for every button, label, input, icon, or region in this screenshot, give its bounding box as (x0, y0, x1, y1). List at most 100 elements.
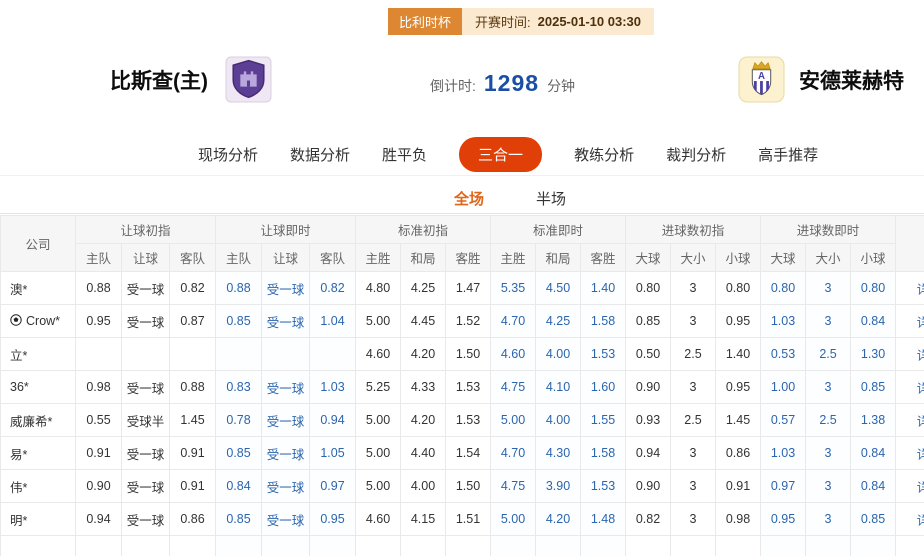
initial-odds-cell (626, 536, 671, 556)
svg-text:A: A (758, 71, 765, 82)
initial-odds-cell: 0.88 (170, 371, 216, 404)
live-odds-cell: 4.00 (536, 338, 581, 371)
live-odds-cell: 0.97 (310, 470, 356, 503)
initial-odds-cell: 0.95 (716, 305, 761, 338)
live-odds-cell: 1.40 (581, 272, 626, 305)
company-header: 公司 (1, 216, 76, 272)
odds-row: 易*0.91受一球0.910.85受一球1.055.004.401.544.70… (1, 437, 924, 470)
detail-link[interactable]: 详 (896, 470, 924, 503)
live-odds-cell: 0.97 (761, 470, 806, 503)
tab-data-analysis[interactable]: 数据分析 (290, 144, 350, 165)
live-odds-cell (262, 338, 310, 371)
home-crest-icon (225, 56, 272, 103)
initial-odds-cell: 4.80 (356, 272, 401, 305)
detail-link[interactable]: 详 (896, 437, 924, 470)
live-odds-cell: 5.00 (491, 503, 536, 536)
home-team-badge (225, 56, 272, 103)
col-header: 让球 (262, 244, 310, 272)
initial-odds-cell: 5.00 (356, 305, 401, 338)
tab-win-draw-lose[interactable]: 胜平负 (382, 144, 427, 165)
detail-link[interactable]: 详 (896, 404, 924, 437)
detail-link[interactable]: 详 (896, 371, 924, 404)
live-odds-cell: 受一球 (262, 437, 310, 470)
live-odds-cell: 1.05 (310, 437, 356, 470)
tab-referee-analysis[interactable]: 裁判分析 (666, 144, 726, 165)
tab-coach-analysis[interactable]: 教练分析 (574, 144, 634, 165)
live-odds-cell: 受一球 (262, 404, 310, 437)
group-handicap-live: 让球即时 (216, 216, 356, 244)
initial-odds-cell: 4.15 (401, 503, 446, 536)
initial-odds-cell: 5.25 (356, 371, 401, 404)
league-badge: 比利时杯 (388, 8, 462, 35)
live-odds-cell: 4.30 (536, 437, 581, 470)
initial-odds-cell: 0.90 (626, 371, 671, 404)
initial-odds-cell: 0.91 (716, 470, 761, 503)
match-odds-page: 比利时杯 开赛时间: 2025-01-10 03:30 比斯查(主) 倒计时: … (0, 0, 924, 556)
group-standard-live: 标准即时 (491, 216, 626, 244)
initial-odds-cell: 0.91 (76, 437, 122, 470)
initial-odds-cell: 3 (671, 272, 716, 305)
company-cell: 伟* (1, 470, 76, 503)
initial-odds-cell: 4.00 (401, 470, 446, 503)
tab-expert-picks[interactable]: 高手推荐 (758, 144, 818, 165)
live-odds-cell: 2.5 (806, 338, 851, 371)
detail-link[interactable]: 详 (896, 305, 924, 338)
initial-odds-cell: 0.80 (626, 272, 671, 305)
col-header: 客胜 (446, 244, 491, 272)
col-header: 小球 (716, 244, 761, 272)
table-sub-header-row: 主队 让球 客队 主队 让球 客队 主胜 和局 客胜 主胜 和局 客胜 大球 大… (1, 244, 924, 272)
live-odds-cell: 0.57 (761, 404, 806, 437)
live-odds-cell: 0.94 (310, 404, 356, 437)
initial-odds-cell: 0.86 (716, 437, 761, 470)
col-header: 小球 (851, 244, 896, 272)
live-odds-cell: 1.03 (761, 305, 806, 338)
initial-odds-cell (671, 536, 716, 556)
initial-odds-cell (122, 536, 170, 556)
initial-odds-cell (170, 338, 216, 371)
home-team-block: 比斯查(主) (0, 56, 272, 103)
live-odds-cell: 受一球 (262, 272, 310, 305)
col-header: 主队 (76, 244, 122, 272)
live-odds-cell: 受一球 (262, 371, 310, 404)
live-odds-cell: 0.84 (851, 470, 896, 503)
initial-odds-cell: 1.40 (716, 338, 761, 371)
live-odds-cell: 5.35 (491, 272, 536, 305)
live-odds-cell: 1.53 (581, 338, 626, 371)
initial-odds-cell: 0.88 (76, 272, 122, 305)
tab-live-analysis[interactable]: 现场分析 (198, 144, 258, 165)
live-odds-cell: 受一球 (262, 305, 310, 338)
countdown-value: 1298 (484, 70, 539, 97)
detail-link[interactable]: 详 (896, 272, 924, 305)
initial-odds-cell (716, 536, 761, 556)
odds-row (1, 536, 924, 556)
initial-odds-cell: 0.91 (170, 470, 216, 503)
live-odds-cell: 2.5 (806, 404, 851, 437)
tab-three-in-one[interactable]: 三合一 (459, 137, 542, 172)
live-odds-cell: 4.10 (536, 371, 581, 404)
countdown-label: 倒计时: (430, 76, 476, 96)
company-cell: 立* (1, 338, 76, 371)
initial-odds-cell: 0.95 (76, 305, 122, 338)
initial-odds-cell: 4.33 (401, 371, 446, 404)
live-odds-cell (216, 536, 262, 556)
live-odds-cell: 3 (806, 305, 851, 338)
live-odds-cell: 1.00 (761, 371, 806, 404)
live-odds-cell: 0.53 (761, 338, 806, 371)
live-odds-cell (806, 536, 851, 556)
live-odds-cell: 0.84 (216, 470, 262, 503)
live-odds-cell (851, 536, 896, 556)
col-header: 主胜 (491, 244, 536, 272)
initial-odds-cell: 4.45 (401, 305, 446, 338)
initial-odds-cell: 3 (671, 503, 716, 536)
initial-odds-cell: 1.52 (446, 305, 491, 338)
initial-odds-cell: 0.98 (76, 371, 122, 404)
company-cell: Crow* (1, 305, 76, 338)
detail-link[interactable]: 详 (896, 503, 924, 536)
odds-row: 立*4.604.201.504.604.001.530.502.51.400.5… (1, 338, 924, 371)
live-odds-cell: 1.38 (851, 404, 896, 437)
initial-odds-cell: 受球半 (122, 404, 170, 437)
initial-odds-cell: 1.47 (446, 272, 491, 305)
live-odds-cell: 0.95 (761, 503, 806, 536)
detail-link[interactable]: 详 (896, 338, 924, 371)
initial-odds-cell (170, 536, 216, 556)
